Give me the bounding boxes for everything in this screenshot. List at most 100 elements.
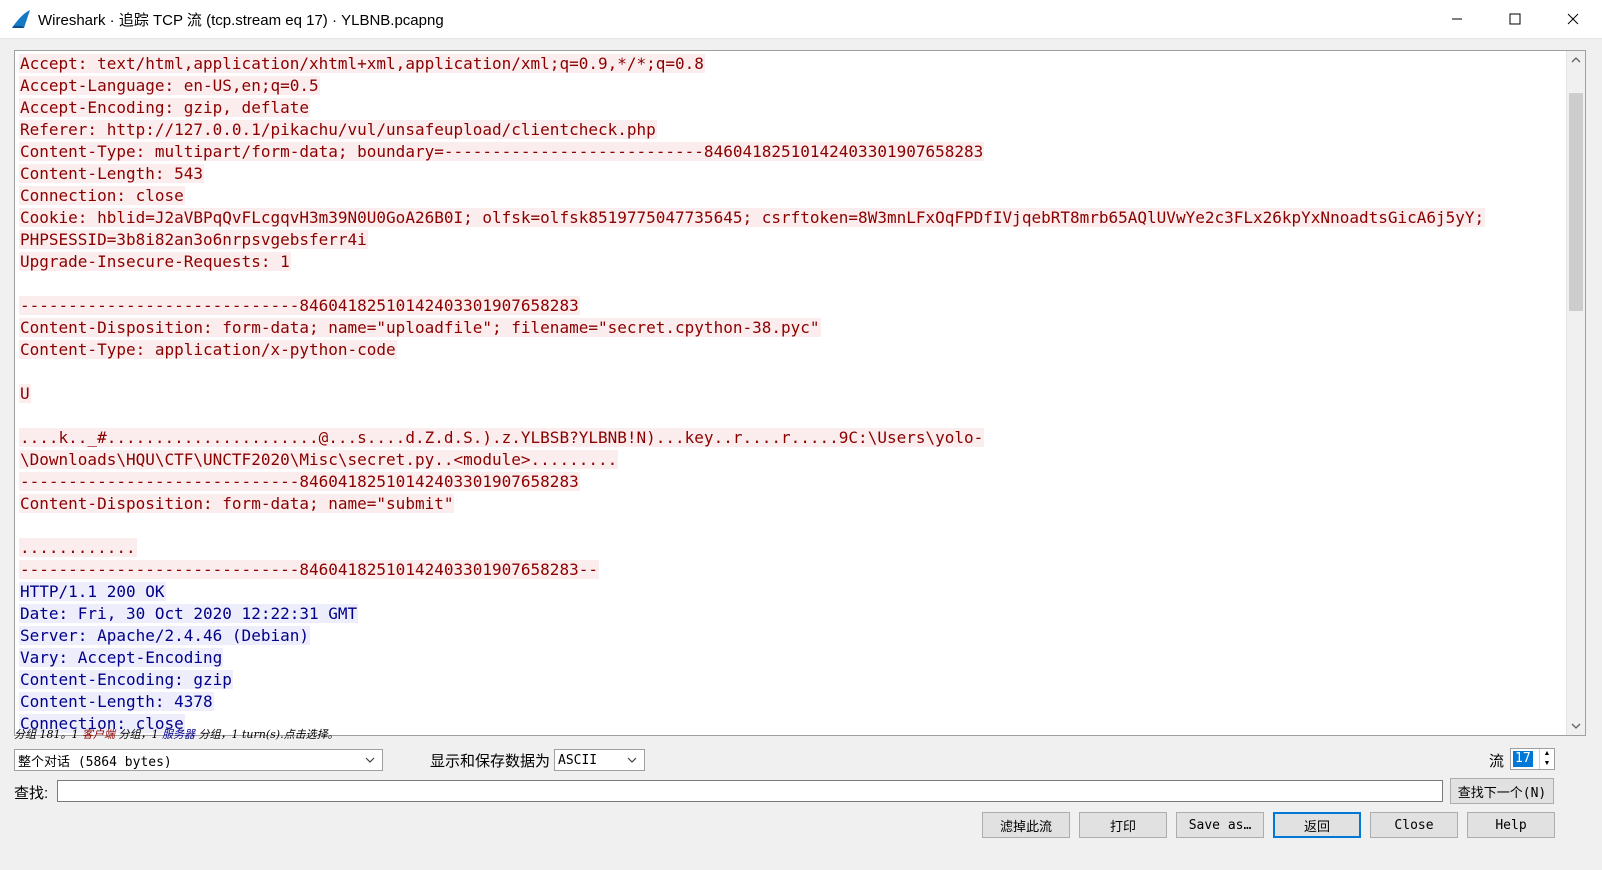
stream-line[interactable]: Content-Encoding: gzip <box>19 669 1565 691</box>
close-button[interactable] <box>1544 0 1602 38</box>
stream-line[interactable] <box>19 515 1565 537</box>
stream-line-text: \Downloads\HQU\CTF\UNCTF2020\Misc\secret… <box>19 450 619 469</box>
stream-line-text: -----------------------------84604182510… <box>19 560 599 579</box>
stream-line-text: Server: Apache/2.4.46 (Debian) <box>19 626 310 645</box>
stream-line[interactable]: Content-Length: 4378 <box>19 691 1565 713</box>
stream-line[interactable]: Accept: text/html,application/xhtml+xml,… <box>19 53 1565 75</box>
save-as-button[interactable]: Save as… <box>1176 812 1264 838</box>
chevron-down-icon <box>627 757 637 763</box>
stream-lines[interactable]: Accept: text/html,application/xhtml+xml,… <box>19 53 1565 735</box>
filter-out-stream-button[interactable]: 滤掉此流 <box>982 812 1070 838</box>
stream-line[interactable]: Content-Disposition: form-data; name="up… <box>19 317 1565 339</box>
stream-line[interactable]: \Downloads\HQU\CTF\UNCTF2020\Misc\secret… <box>19 449 1565 471</box>
back-button[interactable]: 返回 <box>1273 812 1361 838</box>
stream-line-text: Date: Fri, 30 Oct 2020 12:22:31 GMT <box>19 604 359 623</box>
spin-up-button[interactable]: ▲ <box>1540 749 1554 759</box>
close-dialog-button[interactable]: Close <box>1370 812 1458 838</box>
maximize-icon <box>1509 13 1521 25</box>
stream-line-text: Accept-Language: en-US,en;q=0.5 <box>19 76 320 95</box>
find-input[interactable] <box>57 780 1443 802</box>
stream-line[interactable]: Date: Fri, 30 Oct 2020 12:22:31 GMT <box>19 603 1565 625</box>
stream-line[interactable]: Vary: Accept-Encoding <box>19 647 1565 669</box>
stream-line[interactable]: Accept-Language: en-US,en;q=0.5 <box>19 75 1565 97</box>
wireshark-fin-icon <box>12 10 30 28</box>
stream-line-text: ............ <box>19 538 137 557</box>
stream-line-text: ....k.._#......................@...s....… <box>19 428 985 447</box>
print-button[interactable]: 打印 <box>1079 812 1167 838</box>
chevron-down-icon <box>1571 723 1581 729</box>
stream-line[interactable]: Referer: http://127.0.0.1/pikachu/vul/un… <box>19 119 1565 141</box>
stream-line-text: U <box>19 384 31 403</box>
stream-line[interactable] <box>19 361 1565 383</box>
stream-line[interactable]: U <box>19 383 1565 405</box>
stream-line-text: Upgrade-Insecure-Requests: 1 <box>19 252 291 271</box>
stream-line[interactable]: Connection: close <box>19 185 1565 207</box>
stream-line[interactable]: Content-Disposition: form-data; name="su… <box>19 493 1565 515</box>
stream-line[interactable]: Accept-Encoding: gzip, deflate <box>19 97 1565 119</box>
stream-label: 流 <box>1489 753 1505 770</box>
stream-line-text: Connection: close <box>19 186 185 205</box>
stream-line[interactable]: -----------------------------84604182510… <box>19 471 1565 493</box>
conversation-select-value: 整个对话 (5864 bytes) <box>18 754 172 770</box>
stream-line[interactable]: ............ <box>19 537 1565 559</box>
status-part2: 分组，1 <box>115 728 162 741</box>
format-select[interactable]: ASCII <box>554 749 645 771</box>
stream-line-text: Content-Length: 4378 <box>19 692 214 711</box>
stream-line-text: Vary: Accept-Encoding <box>19 648 224 667</box>
stream-line-text: Accept: text/html,application/xhtml+xml,… <box>19 54 705 73</box>
format-select-value: ASCII <box>558 752 598 768</box>
stream-line-text: Content-Disposition: form-data; name="up… <box>19 318 821 337</box>
stream-line-text: HTTP/1.1 200 OK <box>19 582 166 601</box>
stream-line-text: Content-Disposition: form-data; name="su… <box>19 494 455 513</box>
stream-line-text: Content-Type: application/x-python-code <box>19 340 397 359</box>
stream-line[interactable]: Cookie: hblid=J2aVBPqQvFLcgqvH3m39N0U0Go… <box>19 207 1565 229</box>
scroll-up-button[interactable] <box>1567 51 1585 69</box>
stream-status-text: 分组 181。1 客户端 分组，1 服务器 分组，1 turn(s).点击选择。 <box>14 726 339 742</box>
chevron-up-icon <box>1571 57 1581 63</box>
stream-line-text: Referer: http://127.0.0.1/pikachu/vul/un… <box>19 120 657 139</box>
stream-line-text: Content-Type: multipart/form-data; bound… <box>19 142 985 161</box>
stream-line[interactable] <box>19 273 1565 295</box>
show-save-label: 显示和保存数据为 <box>430 753 551 770</box>
find-next-button[interactable]: 查找下一个(N) <box>1450 778 1554 804</box>
maximize-button[interactable] <box>1486 0 1544 38</box>
close-icon <box>1567 13 1579 25</box>
status-part3: 分组，1 turn(s).点击选择。 <box>195 728 339 741</box>
stream-line[interactable]: Content-Type: application/x-python-code <box>19 339 1565 361</box>
stream-line-text: PHPSESSID=3b8i82an3o6nrpsvgebsferr4i <box>19 230 368 249</box>
chevron-down-icon <box>365 757 375 763</box>
stream-line-text: Content-Encoding: gzip <box>19 670 233 689</box>
status-server-label: 服务器 <box>162 728 195 741</box>
stream-line-text: Accept-Encoding: gzip, deflate <box>19 98 310 117</box>
title-bar: Wireshark · 追踪 TCP 流 (tcp.stream eq 17) … <box>0 0 1602 39</box>
spin-down-button[interactable]: ▼ <box>1540 759 1554 769</box>
help-button[interactable]: Help <box>1467 812 1555 838</box>
status-client-label: 客户端 <box>82 728 115 741</box>
stream-line[interactable]: HTTP/1.1 200 OK <box>19 581 1565 603</box>
scroll-thumb[interactable] <box>1569 93 1583 311</box>
find-label: 查找: <box>14 785 49 802</box>
minimize-icon <box>1452 18 1462 20</box>
stream-line[interactable] <box>19 405 1565 427</box>
stream-line[interactable]: Content-Length: 543 <box>19 163 1565 185</box>
stream-line-text: Cookie: hblid=J2aVBPqQvFLcgqvH3m39N0U0Go… <box>19 208 1486 227</box>
stream-line[interactable]: PHPSESSID=3b8i82an3o6nrpsvgebsferr4i <box>19 229 1565 251</box>
scroll-down-button[interactable] <box>1567 717 1585 735</box>
status-part1: 分组 181。1 <box>14 728 82 741</box>
stream-line[interactable]: Content-Type: multipart/form-data; bound… <box>19 141 1565 163</box>
stream-line[interactable]: -----------------------------84604182510… <box>19 295 1565 317</box>
stream-line[interactable]: Upgrade-Insecure-Requests: 1 <box>19 251 1565 273</box>
vertical-scrollbar[interactable] <box>1566 51 1585 735</box>
stream-line[interactable]: -----------------------------84604182510… <box>19 559 1565 581</box>
stream-line-text: -----------------------------84604182510… <box>19 472 580 491</box>
stream-line-text: Content-Length: 543 <box>19 164 205 183</box>
conversation-select[interactable]: 整个对话 (5864 bytes) <box>14 749 383 771</box>
stream-number-value[interactable]: 17 <box>1513 751 1533 767</box>
stream-number-spinner[interactable]: 17 ▲ ▼ <box>1510 748 1555 770</box>
stream-line[interactable]: Server: Apache/2.4.46 (Debian) <box>19 625 1565 647</box>
stream-line-text: -----------------------------84604182510… <box>19 296 580 315</box>
stream-content-view[interactable]: Accept: text/html,application/xhtml+xml,… <box>14 50 1586 736</box>
window-title: Wireshark · 追踪 TCP 流 (tcp.stream eq 17) … <box>38 11 444 29</box>
minimize-button[interactable] <box>1428 0 1486 38</box>
stream-line[interactable]: ....k.._#......................@...s....… <box>19 427 1565 449</box>
